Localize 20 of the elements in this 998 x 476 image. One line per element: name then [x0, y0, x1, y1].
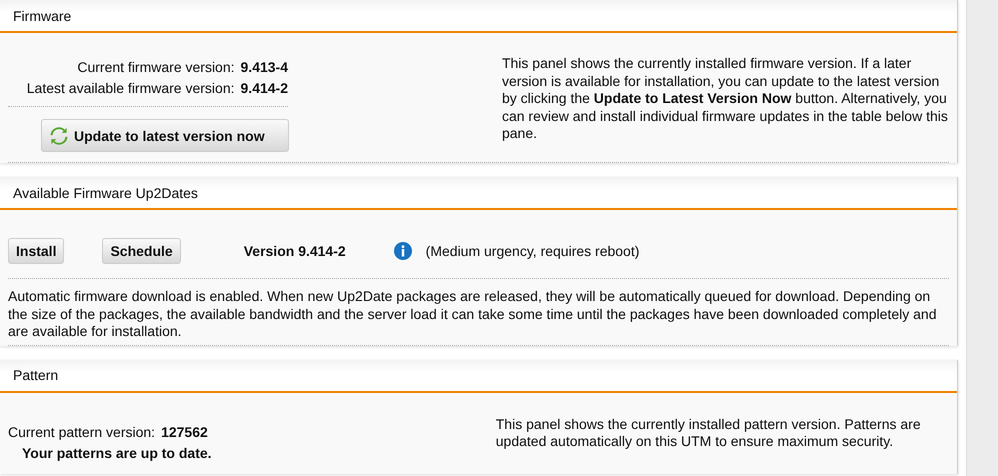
version-label: Version 9.414-2	[244, 243, 346, 259]
refresh-icon	[50, 126, 68, 144]
urgency-note: (Medium urgency, requires reboot)	[426, 243, 640, 259]
description-text: This panel shows the currently installed firmware version. If a later version is available for installation, you can update to the latest version by clicking the Update to Latest Version Now button. Alternatively, you can review and install individual firmware updates in the table below this pane.	[502, 55, 949, 143]
field-value: 127562	[161, 424, 208, 440]
panel-title: Available Firmware Up2Dates	[0, 177, 957, 210]
field-value: 9.413-4	[240, 59, 288, 75]
field-value: 9.414-2	[240, 80, 288, 96]
description-text: Automatic firmware download is enabled. When new Up2Date packages are released, they will be automatically queued for download. Depending on the size of the packages, the available bandwidth and the server load it can take some time until the packages have been downloaded completely and are available for installation.	[8, 279, 949, 346]
action-button[interactable]: Install	[8, 238, 64, 264]
field-label: Latest available firmware version:	[26, 80, 235, 96]
status-text: Your patterns are up to date.	[22, 444, 213, 460]
update-button[interactable]: Update to latest version now	[41, 119, 289, 152]
panel-title: Pattern	[0, 360, 957, 392]
info-icon[interactable]	[394, 242, 412, 260]
action-button[interactable]: Schedule	[102, 238, 181, 264]
panel-title: Firmware	[0, 0, 957, 33]
field-label: Current firmware version:	[77, 59, 235, 75]
description-text: This panel shows the currently installed pattern version. Patterns are updated automatically on this UTM to ensure maximum security.	[496, 416, 922, 451]
field-label: Current pattern version:	[8, 424, 156, 440]
